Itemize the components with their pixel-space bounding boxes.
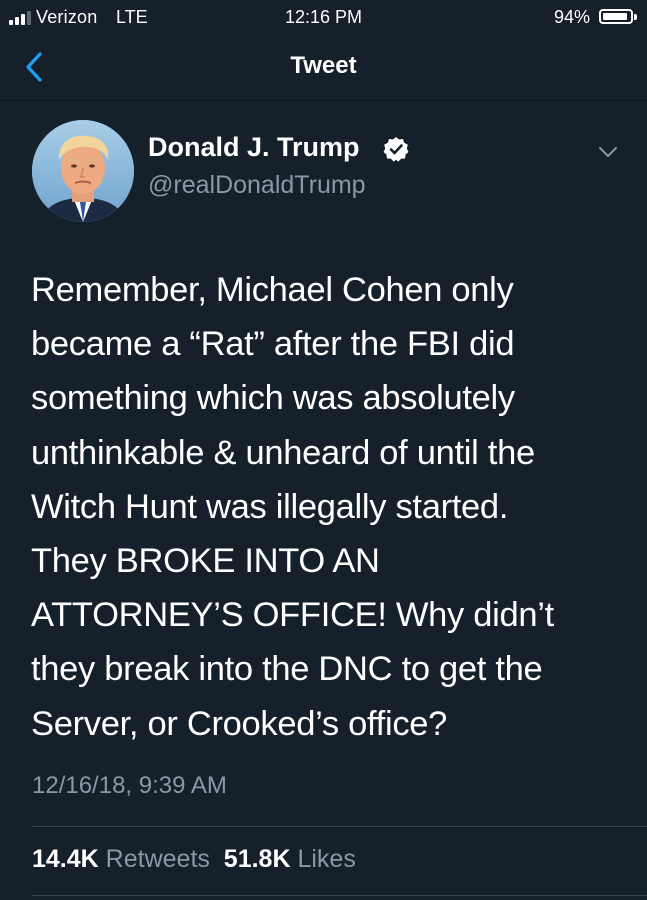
display-name[interactable]: Donald J. Trump [148,132,360,163]
tweet-text-line: They BROKE INTO AN [31,542,380,581]
divider [32,826,647,827]
avatar[interactable] [32,120,134,222]
divider [32,895,647,896]
tweet-text-line: they break into the DNC to get the [31,650,543,689]
tweet-text-line: Remember, Michael Cohen only [31,271,514,309]
status-bar: Verizon LTE 12:16 PM 94% [0,0,647,36]
tweet-text-line: became a “Rat” after the FBI did [31,325,515,364]
likes-link[interactable]: 51.8K Likes [224,845,356,873]
tweet-text: Remember, Michael Cohen only became a “R… [31,263,631,751]
user-handle[interactable]: @realDonaldTrump [148,171,366,200]
tweet-text-line: unthinkable & unheard of until the [31,433,535,472]
retweets-label: Retweets [105,845,210,873]
retweets-count: 14.4K [32,845,99,873]
battery-nub [634,14,637,20]
chevron-down-icon[interactable] [596,144,620,160]
verified-badge-icon [383,137,409,162]
profile-photo [32,120,134,222]
battery-level [603,13,627,20]
tweet-stats: 14.4K Retweets 51.8K Likes [32,845,356,874]
tweet-timestamp: 12/16/18, 9:39 AM [32,772,227,799]
page-title: Tweet [290,52,357,79]
navigation-bar: Tweet [0,36,647,101]
retweets-link[interactable]: 14.4K Retweets [32,845,210,873]
tweet-text-line: Server, or Crooked’s office? [31,704,448,743]
tweet-text-line: Witch Hunt was illegally started. [31,487,509,526]
likes-count: 51.8K [223,845,291,873]
tweet-text-line: ATTORNEY’S OFFICE! Why didn’t [31,596,554,635]
battery-icon [599,9,633,24]
likes-label: Likes [297,845,356,873]
tweet-text-line: something which was absolutely [31,379,515,418]
battery-percent: 94% [554,7,591,27]
status-time: 12:16 PM [284,7,363,27]
